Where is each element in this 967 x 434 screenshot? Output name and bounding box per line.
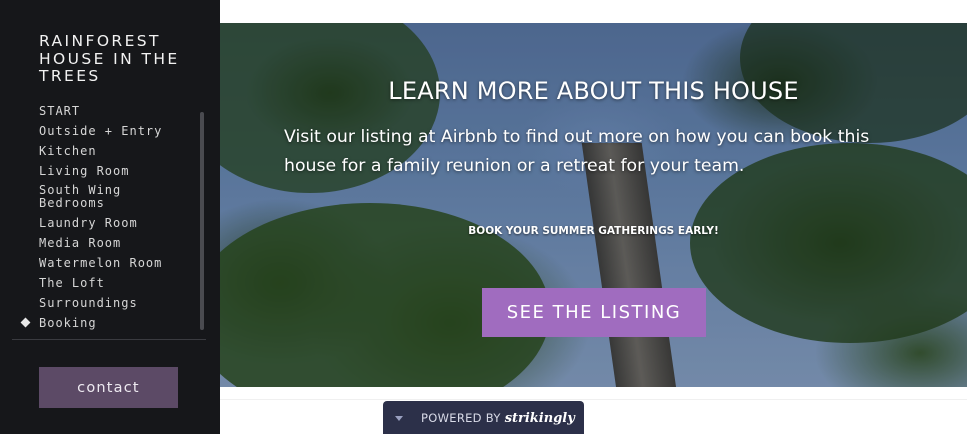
nav-item-label: Surroundings — [39, 295, 138, 310]
caret-down-icon[interactable] — [395, 415, 403, 421]
contact-button[interactable]: contact — [39, 367, 178, 408]
sidebar: RAINFOREST HOUSE IN THE TREES START Outs… — [0, 0, 220, 434]
nav-item-kitchen[interactable]: Kitchen — [0, 141, 210, 161]
diamond-icon — [20, 317, 31, 328]
nav-item-outside-entry[interactable]: Outside + Entry — [0, 121, 210, 141]
nav-item-label: Booking — [39, 315, 97, 330]
nav-item-label: Kitchen — [39, 143, 97, 158]
nav-item-booking[interactable]: Booking — [0, 313, 210, 333]
nav-item-label: START — [39, 103, 81, 118]
nav-item-watermelon-room[interactable]: Watermelon Room — [0, 253, 210, 273]
nav-item-laundry-room[interactable]: Laundry Room — [0, 213, 210, 233]
see-listing-button[interactable]: SEE THE LISTING — [482, 288, 706, 337]
nav-item-label: South Wing Bedrooms — [39, 183, 122, 210]
site-title[interactable]: RAINFOREST HOUSE IN THE TREES — [39, 32, 209, 86]
nav-item-label: Laundry Room — [39, 215, 138, 230]
hero-section: LEARN MORE ABOUT THIS HOUSE Visit our li… — [220, 23, 967, 387]
nav-item-label: The Loft — [39, 275, 105, 290]
nav-item-label: Media Room — [39, 235, 122, 250]
nav-item-start[interactable]: START — [0, 101, 210, 121]
hero-title: LEARN MORE ABOUT THIS HOUSE — [388, 77, 799, 105]
strikingly-logo[interactable]: strikingly — [505, 411, 575, 426]
nav-item-media-room[interactable]: Media Room — [0, 233, 210, 253]
nav-item-the-loft[interactable]: The Loft — [0, 273, 210, 293]
section-divider — [220, 399, 967, 400]
powered-by-label: POWERED BY — [421, 411, 501, 425]
hero-subtitle: BOOK YOUR SUMMER GATHERINGS EARLY! — [468, 225, 719, 237]
nav-item-surroundings[interactable]: Surroundings — [0, 293, 210, 313]
sidebar-scrollbar[interactable] — [200, 112, 204, 330]
nav-item-label: Watermelon Room — [39, 255, 163, 270]
powered-by-bar[interactable]: POWERED BY strikingly — [383, 401, 584, 434]
hero-text: Visit our listing at Airbnb to find out … — [284, 127, 870, 176]
nav-item-label: Outside + Entry — [39, 123, 163, 138]
sidebar-divider — [12, 339, 206, 340]
nav-item-living-room[interactable]: Living Room — [0, 161, 210, 181]
sidebar-nav: START Outside + Entry Kitchen Living Roo… — [0, 101, 210, 333]
nav-item-label: Living Room — [39, 163, 130, 178]
nav-item-south-wing-bedrooms[interactable]: South Wing Bedrooms — [0, 181, 210, 213]
